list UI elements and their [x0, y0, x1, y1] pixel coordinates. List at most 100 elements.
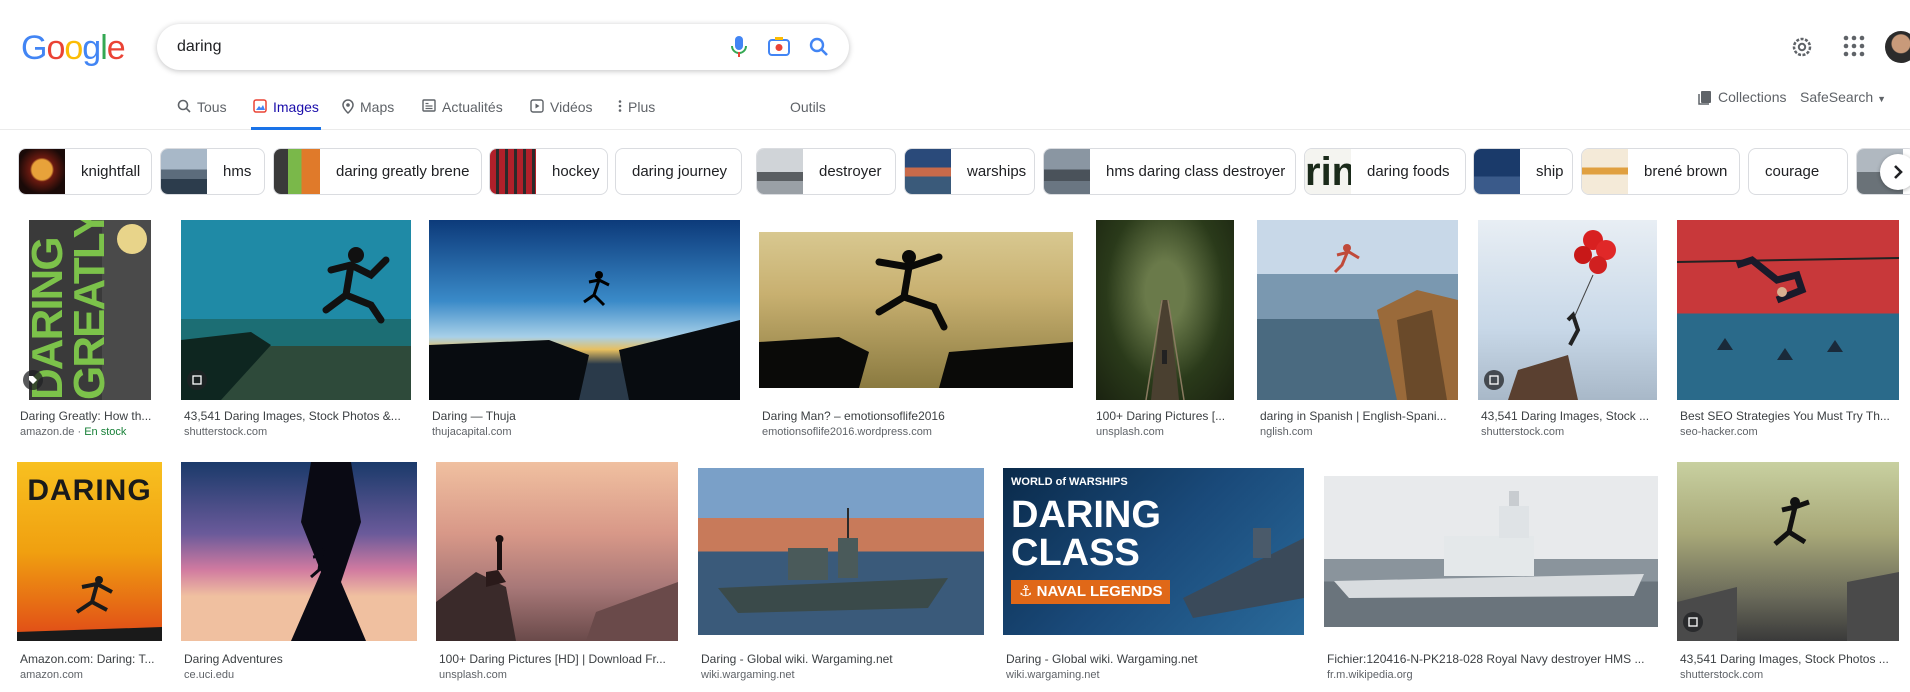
- result-card[interactable]: 43,541 Daring Images, Stock Photos ... s…: [1677, 462, 1899, 687]
- chip-brene-brown[interactable]: brené brown: [1581, 148, 1740, 195]
- result-title[interactable]: Daring Man? – emotionsoflife2016: [762, 408, 1072, 424]
- result-title[interactable]: 43,541 Daring Images, Stock Photos &...: [184, 408, 410, 424]
- result-source: amazon.com: [20, 669, 83, 681]
- result-image[interactable]: [181, 462, 417, 641]
- result-title[interactable]: Amazon.com: Daring: T...: [20, 651, 162, 667]
- tab-all[interactable]: Tous: [177, 98, 227, 130]
- result-image[interactable]: DARING GREATLY: [29, 220, 151, 400]
- chip-label: brené brown: [1644, 163, 1728, 180]
- tab-maps[interactable]: Maps: [342, 98, 394, 130]
- avatar[interactable]: [1885, 31, 1910, 63]
- chip-thumbnail: [1582, 149, 1628, 194]
- result-title[interactable]: Daring Adventures: [184, 651, 416, 667]
- result-title[interactable]: daring in Spanish | English-Spani...: [1260, 408, 1458, 424]
- result-image[interactable]: [698, 468, 984, 635]
- result-card[interactable]: WORLD of WARSHIPS DARING CLASS ⚓ NAVAL L…: [1003, 462, 1304, 687]
- search-icon[interactable]: [807, 35, 831, 59]
- chip-courage[interactable]: courage: [1748, 148, 1848, 195]
- result-image[interactable]: DARING: [17, 462, 162, 641]
- result-title[interactable]: Fichier:120416-N-PK218-028 Royal Navy de…: [1327, 651, 1645, 667]
- search-box[interactable]: [157, 24, 849, 70]
- tab-videos[interactable]: Vidéos: [530, 98, 593, 130]
- chip-warships[interactable]: warships: [904, 148, 1035, 195]
- result-card[interactable]: daring in Spanish | English-Spani... ngl…: [1257, 220, 1458, 445]
- result-title[interactable]: Best SEO Strategies You Must Try Th...: [1680, 408, 1898, 424]
- tools-button[interactable]: Outils: [790, 98, 826, 116]
- tightrope-businessman: [1677, 256, 1899, 360]
- chip-hockey[interactable]: hockey: [489, 148, 608, 195]
- chip-hms-daring-class-destroyer[interactable]: hms daring class destroyer: [1043, 148, 1296, 195]
- search-icon: [177, 99, 191, 113]
- bookmark-collection-icon: [1698, 90, 1711, 105]
- apps-grid-icon[interactable]: [1843, 35, 1867, 59]
- chip-destroyer[interactable]: destroyer: [756, 148, 896, 195]
- result-card[interactable]: Daring Man? – emotionsoflife2016 emotion…: [759, 220, 1073, 445]
- chip-label: hockey: [552, 163, 600, 180]
- tab-images[interactable]: Images: [251, 98, 321, 130]
- result-image[interactable]: [1096, 220, 1234, 400]
- safesearch-label: SafeSearch: [1800, 89, 1874, 105]
- chip-ship[interactable]: ship: [1473, 148, 1573, 195]
- result-card[interactable]: Daring — Thuja thujacapital.com: [429, 220, 740, 445]
- result-card[interactable]: 100+ Daring Pictures [... unsplash.com: [1093, 220, 1234, 445]
- chip-label: daring foods: [1367, 163, 1450, 180]
- collections-label: Collections: [1718, 89, 1787, 105]
- result-card[interactable]: Best SEO Strategies You Must Try Th... s…: [1677, 220, 1899, 445]
- result-card[interactable]: Fichier:120416-N-PK218-028 Royal Navy de…: [1324, 462, 1658, 687]
- tab-news[interactable]: Actualités: [422, 98, 503, 130]
- tab-more[interactable]: Plus: [618, 98, 655, 130]
- result-image[interactable]: [181, 220, 411, 400]
- result-card[interactable]: 43,541 Daring Images, Stock Photos &... …: [181, 220, 411, 445]
- chips-next-button[interactable]: [1880, 154, 1910, 190]
- result-title[interactable]: 100+ Daring Pictures [HD] | Download Fr.…: [439, 651, 677, 667]
- result-card[interactable]: Daring - Global wiki. Wargaming.net wiki…: [698, 462, 984, 687]
- chip-daring-greatly-brene[interactable]: daring greatly brene: [273, 148, 482, 195]
- tag-icon: [23, 370, 43, 390]
- result-image[interactable]: [1677, 462, 1899, 641]
- result-title[interactable]: Daring — Thuja: [432, 408, 737, 424]
- result-title[interactable]: 43,541 Daring Images, Stock Photos ...: [1680, 651, 1898, 667]
- camera-search-icon[interactable]: [767, 35, 791, 59]
- result-card[interactable]: Daring Adventures ce.uci.edu: [181, 462, 417, 687]
- result-title[interactable]: Daring - Global wiki. Wargaming.net: [1006, 651, 1303, 667]
- tab-label: Images: [273, 99, 319, 115]
- related-searches-chips: knightfall hms daring greatly brene hock…: [18, 148, 1910, 196]
- image-icon: [253, 99, 267, 113]
- image-icon: [1683, 612, 1703, 632]
- tab-label: Tous: [197, 99, 227, 115]
- result-source: emotionsoflife2016.wordpress.com: [762, 426, 932, 438]
- chip-thumbnail: [490, 149, 536, 194]
- result-image[interactable]: [1478, 220, 1657, 400]
- result-title[interactable]: 43,541 Daring Images, Stock ...: [1481, 408, 1657, 424]
- result-card[interactable]: 100+ Daring Pictures [HD] | Download Fr.…: [436, 462, 678, 687]
- result-image[interactable]: [759, 232, 1073, 388]
- chip-label: hms daring class destroyer: [1106, 163, 1286, 180]
- result-image[interactable]: [1324, 476, 1658, 627]
- chip-hms[interactable]: hms: [160, 148, 265, 195]
- result-image[interactable]: WORLD of WARSHIPS DARING CLASS ⚓ NAVAL L…: [1003, 468, 1304, 635]
- stock-status: En stock: [84, 426, 127, 438]
- result-card[interactable]: 43,541 Daring Images, Stock ... shutters…: [1478, 220, 1657, 445]
- result-card[interactable]: DARING GREATLY Daring Greatly: How th...…: [17, 220, 163, 445]
- result-image[interactable]: [1677, 220, 1899, 400]
- cliff-diver: [1333, 244, 1458, 400]
- microphone-icon[interactable]: [727, 35, 751, 59]
- result-title[interactable]: Daring Greatly: How th...: [20, 408, 160, 424]
- gear-icon[interactable]: [1790, 35, 1814, 59]
- result-title[interactable]: Daring - Global wiki. Wargaming.net: [701, 651, 983, 667]
- result-image[interactable]: [436, 462, 678, 641]
- result-image[interactable]: [429, 220, 740, 400]
- result-title[interactable]: 100+ Daring Pictures [...: [1096, 408, 1234, 424]
- chip-daring-foods[interactable]: rin daring foods: [1304, 148, 1466, 195]
- google-logo[interactable]: Google: [21, 28, 126, 68]
- search-input[interactable]: [177, 24, 677, 70]
- news-icon: [422, 99, 436, 112]
- warship-illustration: [718, 508, 948, 613]
- collections-button[interactable]: Collections: [1698, 89, 1786, 105]
- safesearch-button[interactable]: SafeSearch ▼: [1800, 89, 1886, 105]
- chip-knightfall[interactable]: knightfall: [18, 148, 152, 195]
- chip-daring-journey[interactable]: daring journey: [615, 148, 742, 195]
- result-card[interactable]: DARING Amazon.com: Daring: T... amazon.c…: [17, 462, 162, 687]
- result-image[interactable]: [1257, 220, 1458, 400]
- jumping-silhouette: [181, 247, 390, 400]
